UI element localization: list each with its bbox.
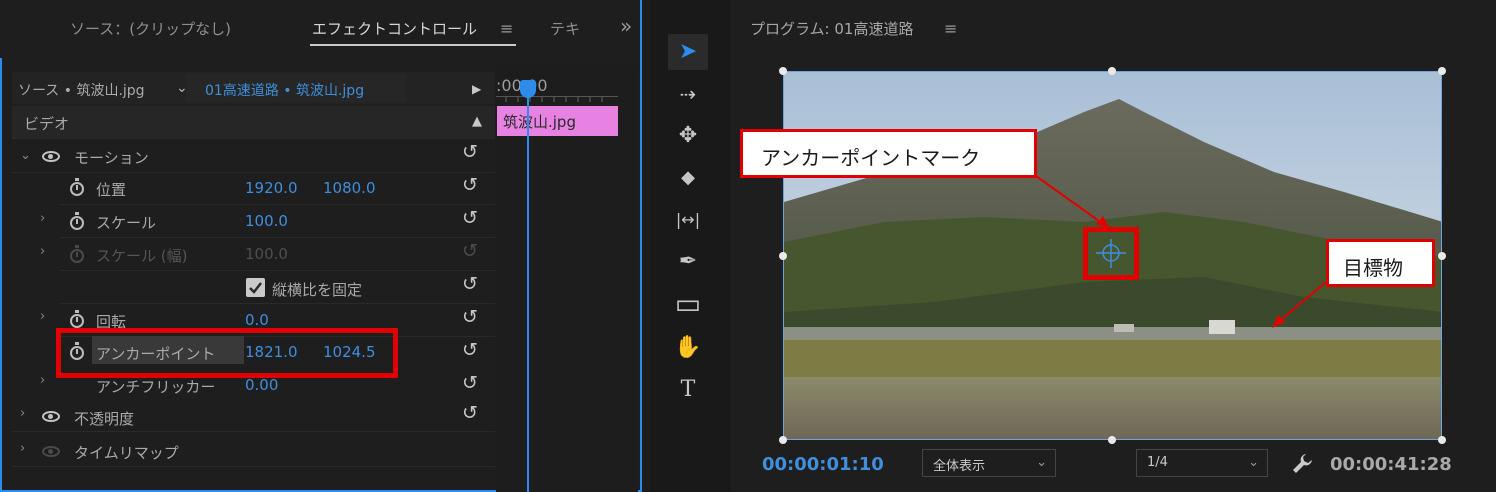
- target-callout-text: 目標物: [1343, 256, 1403, 280]
- chevron-down-icon: ⌄: [1248, 455, 1259, 470]
- wrench-icon[interactable]: [1290, 451, 1314, 475]
- resolution-value: 1/4: [1147, 455, 1168, 470]
- target-callout: 目標物: [1326, 239, 1435, 287]
- annotation-arrows: [1035, 175, 1327, 328]
- duration-timecode: 00:00:41:28: [1330, 454, 1452, 475]
- anchor-point-icon[interactable]: [1093, 237, 1129, 270]
- zoom-value: 全体表示: [933, 459, 986, 474]
- anchor-mark-callout: アンカーポイントマーク: [740, 129, 1037, 178]
- chevron-down-icon: ⌄: [1036, 455, 1047, 470]
- anchor-mark-callout-text: アンカーポイントマーク: [761, 146, 981, 170]
- resolution-dropdown[interactable]: 1/4 ⌄: [1136, 449, 1268, 477]
- zoom-dropdown[interactable]: 全体表示 ⌄: [922, 449, 1056, 477]
- current-timecode[interactable]: 00:00:01:10: [762, 454, 884, 475]
